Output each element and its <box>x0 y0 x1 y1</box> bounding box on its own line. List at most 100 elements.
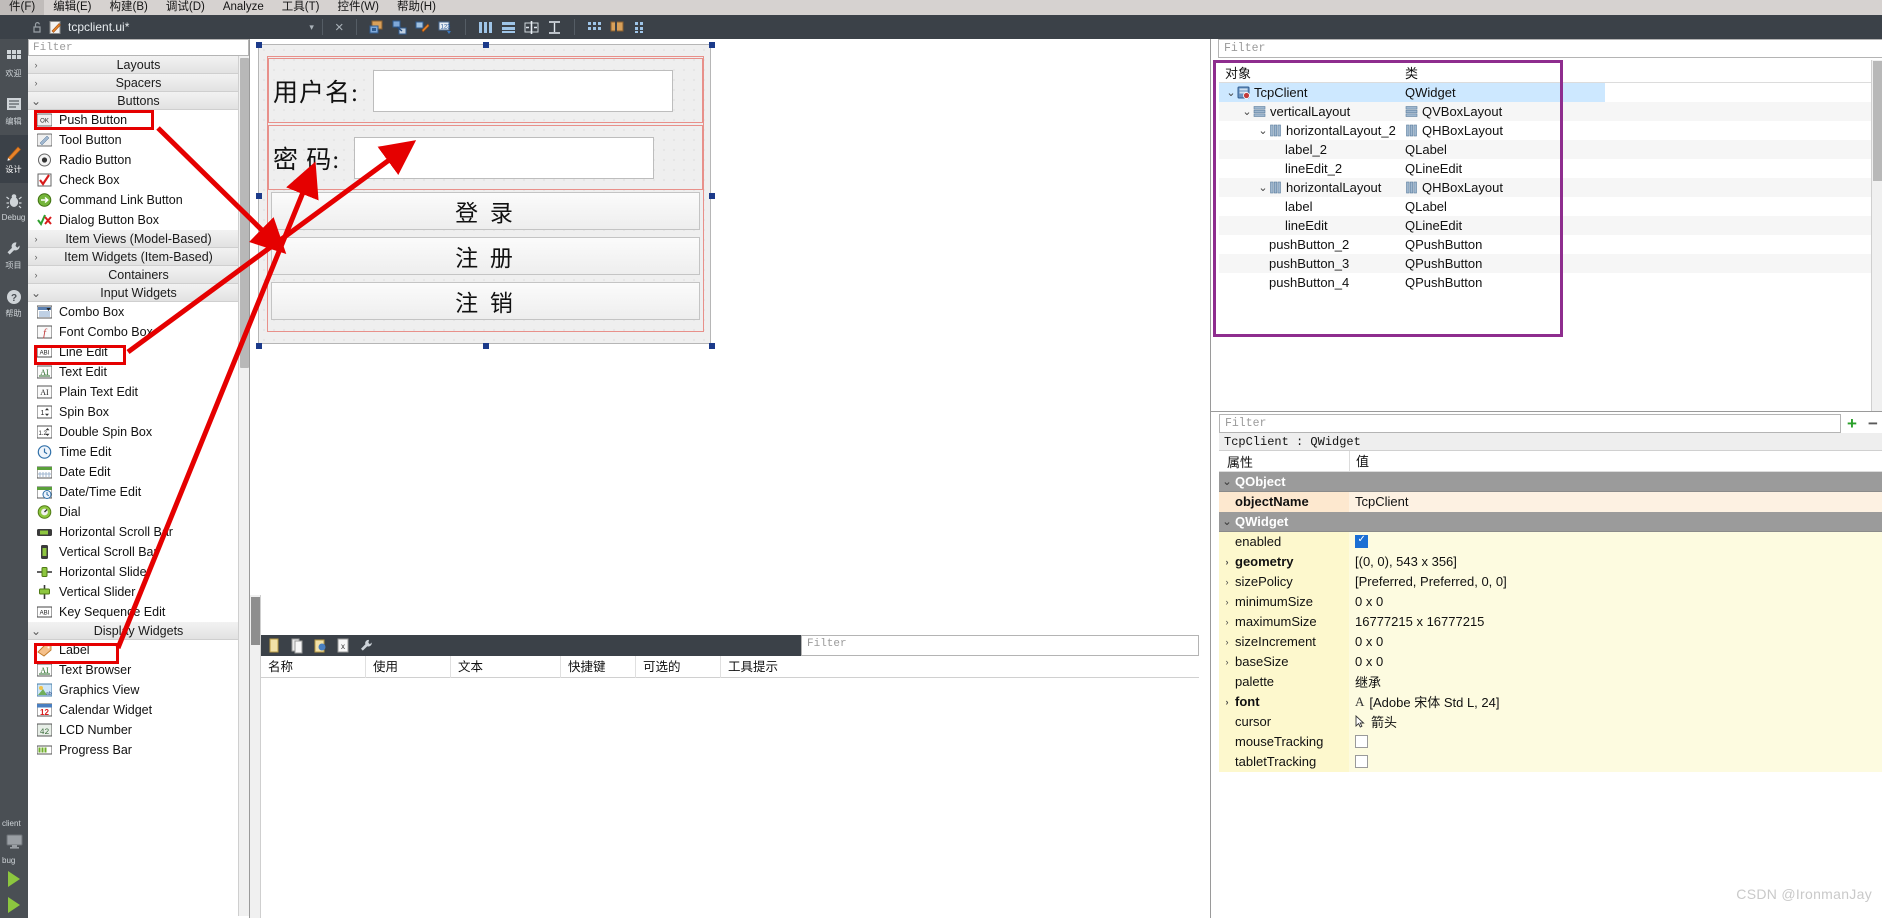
object-tree-row[interactable]: pushButton_3 QPushButton <box>1219 254 1882 273</box>
push-button-login[interactable]: 登 录 <box>271 192 700 230</box>
chevron-right-icon[interactable]: › <box>1219 597 1235 607</box>
property-value-cell[interactable]: 箭头 <box>1349 711 1882 732</box>
resize-handle-bl[interactable] <box>256 343 262 349</box>
mode-welcome[interactable]: 欢迎 <box>0 39 28 87</box>
resize-handle-mr[interactable] <box>709 193 715 199</box>
push-button-register[interactable]: 注 册 <box>271 237 700 275</box>
resize-handle-ml[interactable] <box>256 193 262 199</box>
property-value-cell[interactable]: TcpClient <box>1349 491 1882 512</box>
edit-buddies-icon[interactable] <box>414 19 431 36</box>
widget-item-calendar-widget[interactable]: 12 Calendar Widget <box>28 700 249 720</box>
widget-category-buttons[interactable]: ⌄ Buttons <box>28 92 249 110</box>
object-tree-row[interactable]: ⌄ horizontalLayout QHBoxLayout <box>1219 178 1882 197</box>
edit-signals-slots-icon[interactable] <box>391 19 408 36</box>
object-tree-row[interactable]: label_2 QLabel <box>1219 140 1882 159</box>
widget-category-display-widgets[interactable]: ⌄ Display Widgets <box>28 622 249 640</box>
chevron-right-icon[interactable]: › <box>1219 637 1235 647</box>
property-value-cell[interactable]: A [Adobe 宋体 Std L, 24] <box>1349 691 1882 712</box>
action-editor-filter[interactable]: Filter <box>801 635 1199 656</box>
widget-category-item-widgets-item-based[interactable]: › Item Widgets (Item-Based) <box>28 248 249 266</box>
mode-design[interactable]: 设计 <box>0 135 28 183</box>
property-value-cell[interactable] <box>1349 731 1882 752</box>
widget-category-layouts[interactable]: › Layouts <box>28 56 249 74</box>
chevron-right-icon[interactable]: › <box>1219 657 1235 667</box>
layout-vertically-icon[interactable] <box>500 19 517 36</box>
object-inspector-tree[interactable]: ⌄ TcpClient QWidget ⌄ verticalLayout QVBoxLay… <box>1219 83 1882 292</box>
unlock-icon[interactable] <box>30 20 44 34</box>
property-row[interactable]: ⌄ QObject <box>1219 472 1882 492</box>
mode-projects[interactable]: 项目 <box>0 231 28 279</box>
widget-item-spin-box[interactable]: 1 Spin Box <box>28 402 249 422</box>
resize-handle-tl[interactable] <box>256 42 262 48</box>
object-tree-row[interactable]: ⌄ TcpClient QWidget <box>1219 83 1882 102</box>
object-tree-row[interactable]: lineEdit QLineEdit <box>1219 216 1882 235</box>
property-value-cell[interactable] <box>1349 751 1882 772</box>
menu-item-debug[interactable]: 调试(D) <box>157 0 214 15</box>
object-tree-row[interactable]: label QLabel <box>1219 197 1882 216</box>
layout-splitter-vertical-icon[interactable] <box>546 19 563 36</box>
property-value-cell[interactable]: 0 x 0 <box>1349 631 1882 652</box>
menu-item-help[interactable]: 帮助(H) <box>388 0 445 15</box>
line-edit-password[interactable] <box>354 136 655 179</box>
chevron-right-icon[interactable]: › <box>1219 577 1235 587</box>
property-row[interactable]: › sizePolicy [Preferred, Preferred, 0, 0] <box>1219 571 1882 592</box>
property-checkbox[interactable] <box>1355 735 1368 748</box>
widget-category-input-widgets[interactable]: ⌄ Input Widgets <box>28 284 249 302</box>
form-preview-tcpclient[interactable]: 用户名: 密 码: 登 录 注 册 注 销 <box>256 42 715 349</box>
object-name-cell[interactable]: ⌄ horizontalLayout_2 <box>1219 121 1405 140</box>
property-row[interactable]: › maximumSize 16777215 x 16777215 <box>1219 611 1882 632</box>
center-scrollbar-thumb[interactable] <box>251 597 260 645</box>
open-document-name[interactable]: tcpclient.ui* <box>68 20 129 34</box>
break-layout-icon[interactable] <box>609 19 626 36</box>
object-tree-row[interactable]: ⌄ horizontalLayout_2 QHBoxLayout <box>1219 121 1882 140</box>
resize-handle-tm[interactable] <box>483 42 489 48</box>
widget-item-progress-bar[interactable]: Progress Bar <box>28 740 249 760</box>
action-col-used[interactable]: 使用 <box>366 655 451 678</box>
menu-item-file[interactable]: 件(F) <box>0 0 45 15</box>
property-value-cell[interactable]: 0 x 0 <box>1349 651 1882 672</box>
remove-property-icon[interactable]: − <box>1863 414 1882 433</box>
object-tree-row[interactable]: lineEdit_2 QLineEdit <box>1219 159 1882 178</box>
property-row[interactable]: palette 继承 <box>1219 671 1882 692</box>
property-value-cell[interactable]: [(0, 0), 543 x 356] <box>1349 551 1882 572</box>
widget-item-line-edit[interactable]: ABI Line Edit <box>28 342 249 362</box>
oi-scrollbar-thumb[interactable] <box>1873 61 1882 181</box>
oi-col-class[interactable]: 类 <box>1405 63 1605 82</box>
property-value-cell[interactable] <box>1349 472 1882 492</box>
widget-item-combo-box[interactable]: Combo Box <box>28 302 249 322</box>
widget-item-text-edit[interactable]: AI Text Edit <box>28 362 249 382</box>
resize-handle-br[interactable] <box>709 343 715 349</box>
property-row[interactable]: › baseSize 0 x 0 <box>1219 651 1882 672</box>
widget-item-font-combo-box[interactable]: f Font Combo Box <box>28 322 249 342</box>
object-inspector-scrollbar[interactable] <box>1871 60 1882 411</box>
widget-box-list[interactable]: › Layouts › Spacers ⌄ Buttons OK Push Button Too… <box>28 56 249 916</box>
menu-item-analyze[interactable]: Analyze <box>214 0 273 15</box>
layout-grid-icon[interactable] <box>586 19 603 36</box>
property-row[interactable]: mouseTracking <box>1219 731 1882 752</box>
property-row[interactable]: ⌄ QWidget <box>1219 512 1882 532</box>
property-value-cell[interactable]: [Preferred, Preferred, 0, 0] <box>1349 571 1882 592</box>
widget-item-tool-button[interactable]: Tool Button <box>28 130 249 150</box>
property-editor-filter[interactable]: Filter <box>1219 414 1841 433</box>
menu-item-window[interactable]: 控件(W) <box>328 0 388 15</box>
widget-item-time-edit[interactable]: Time Edit <box>28 442 249 462</box>
action-col-text[interactable]: 文本 <box>451 655 561 678</box>
chevron-down-icon[interactable]: ⌄ <box>1219 515 1235 528</box>
scrollbar-thumb[interactable] <box>240 58 249 368</box>
object-name-cell[interactable]: label <box>1219 197 1405 216</box>
chevron-down-icon[interactable]: ⌄ <box>1225 86 1237 99</box>
chevron-down-icon[interactable]: ⌄ <box>1257 181 1269 194</box>
chevron-down-icon[interactable]: ▾ <box>309 22 314 33</box>
resize-handle-bm[interactable] <box>483 343 489 349</box>
property-row[interactable]: › minimumSize 0 x 0 <box>1219 591 1882 612</box>
resize-handle-tr[interactable] <box>709 42 715 48</box>
property-value-cell[interactable]: 0 x 0 <box>1349 591 1882 612</box>
chevron-down-icon[interactable]: ⌄ <box>1241 105 1253 118</box>
action-col-shortcut[interactable]: 快捷键 <box>561 655 636 678</box>
edit-widgets-icon[interactable] <box>368 19 385 36</box>
property-value-cell[interactable]: 16777215 x 16777215 <box>1349 611 1882 632</box>
pe-col-value[interactable]: 值 <box>1349 450 1882 472</box>
copy-action-icon[interactable] <box>290 638 305 654</box>
property-row[interactable]: › font A [Adobe 宋体 Std L, 24] <box>1219 691 1882 712</box>
widget-item-label[interactable]: Label <box>28 640 249 660</box>
